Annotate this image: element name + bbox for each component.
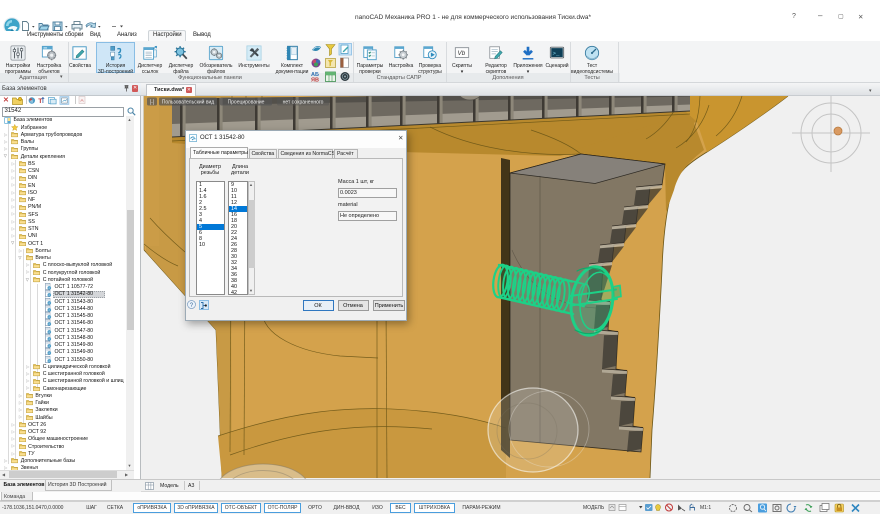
- svg-text:>_: >_: [553, 49, 560, 56]
- svg-text:[-]: [-]: [150, 100, 155, 106]
- svg-text:нет сохраненного: нет сохраненного: [283, 100, 324, 106]
- svg-text:Пользовательский вид: Пользовательский вид: [162, 99, 215, 106]
- svg-text:1: 1: [692, 504, 694, 508]
- svg-text:Vb: Vb: [458, 50, 466, 57]
- svg-text:Проецирование: Проецирование: [228, 100, 265, 106]
- svg-text:Т: Т: [38, 98, 43, 105]
